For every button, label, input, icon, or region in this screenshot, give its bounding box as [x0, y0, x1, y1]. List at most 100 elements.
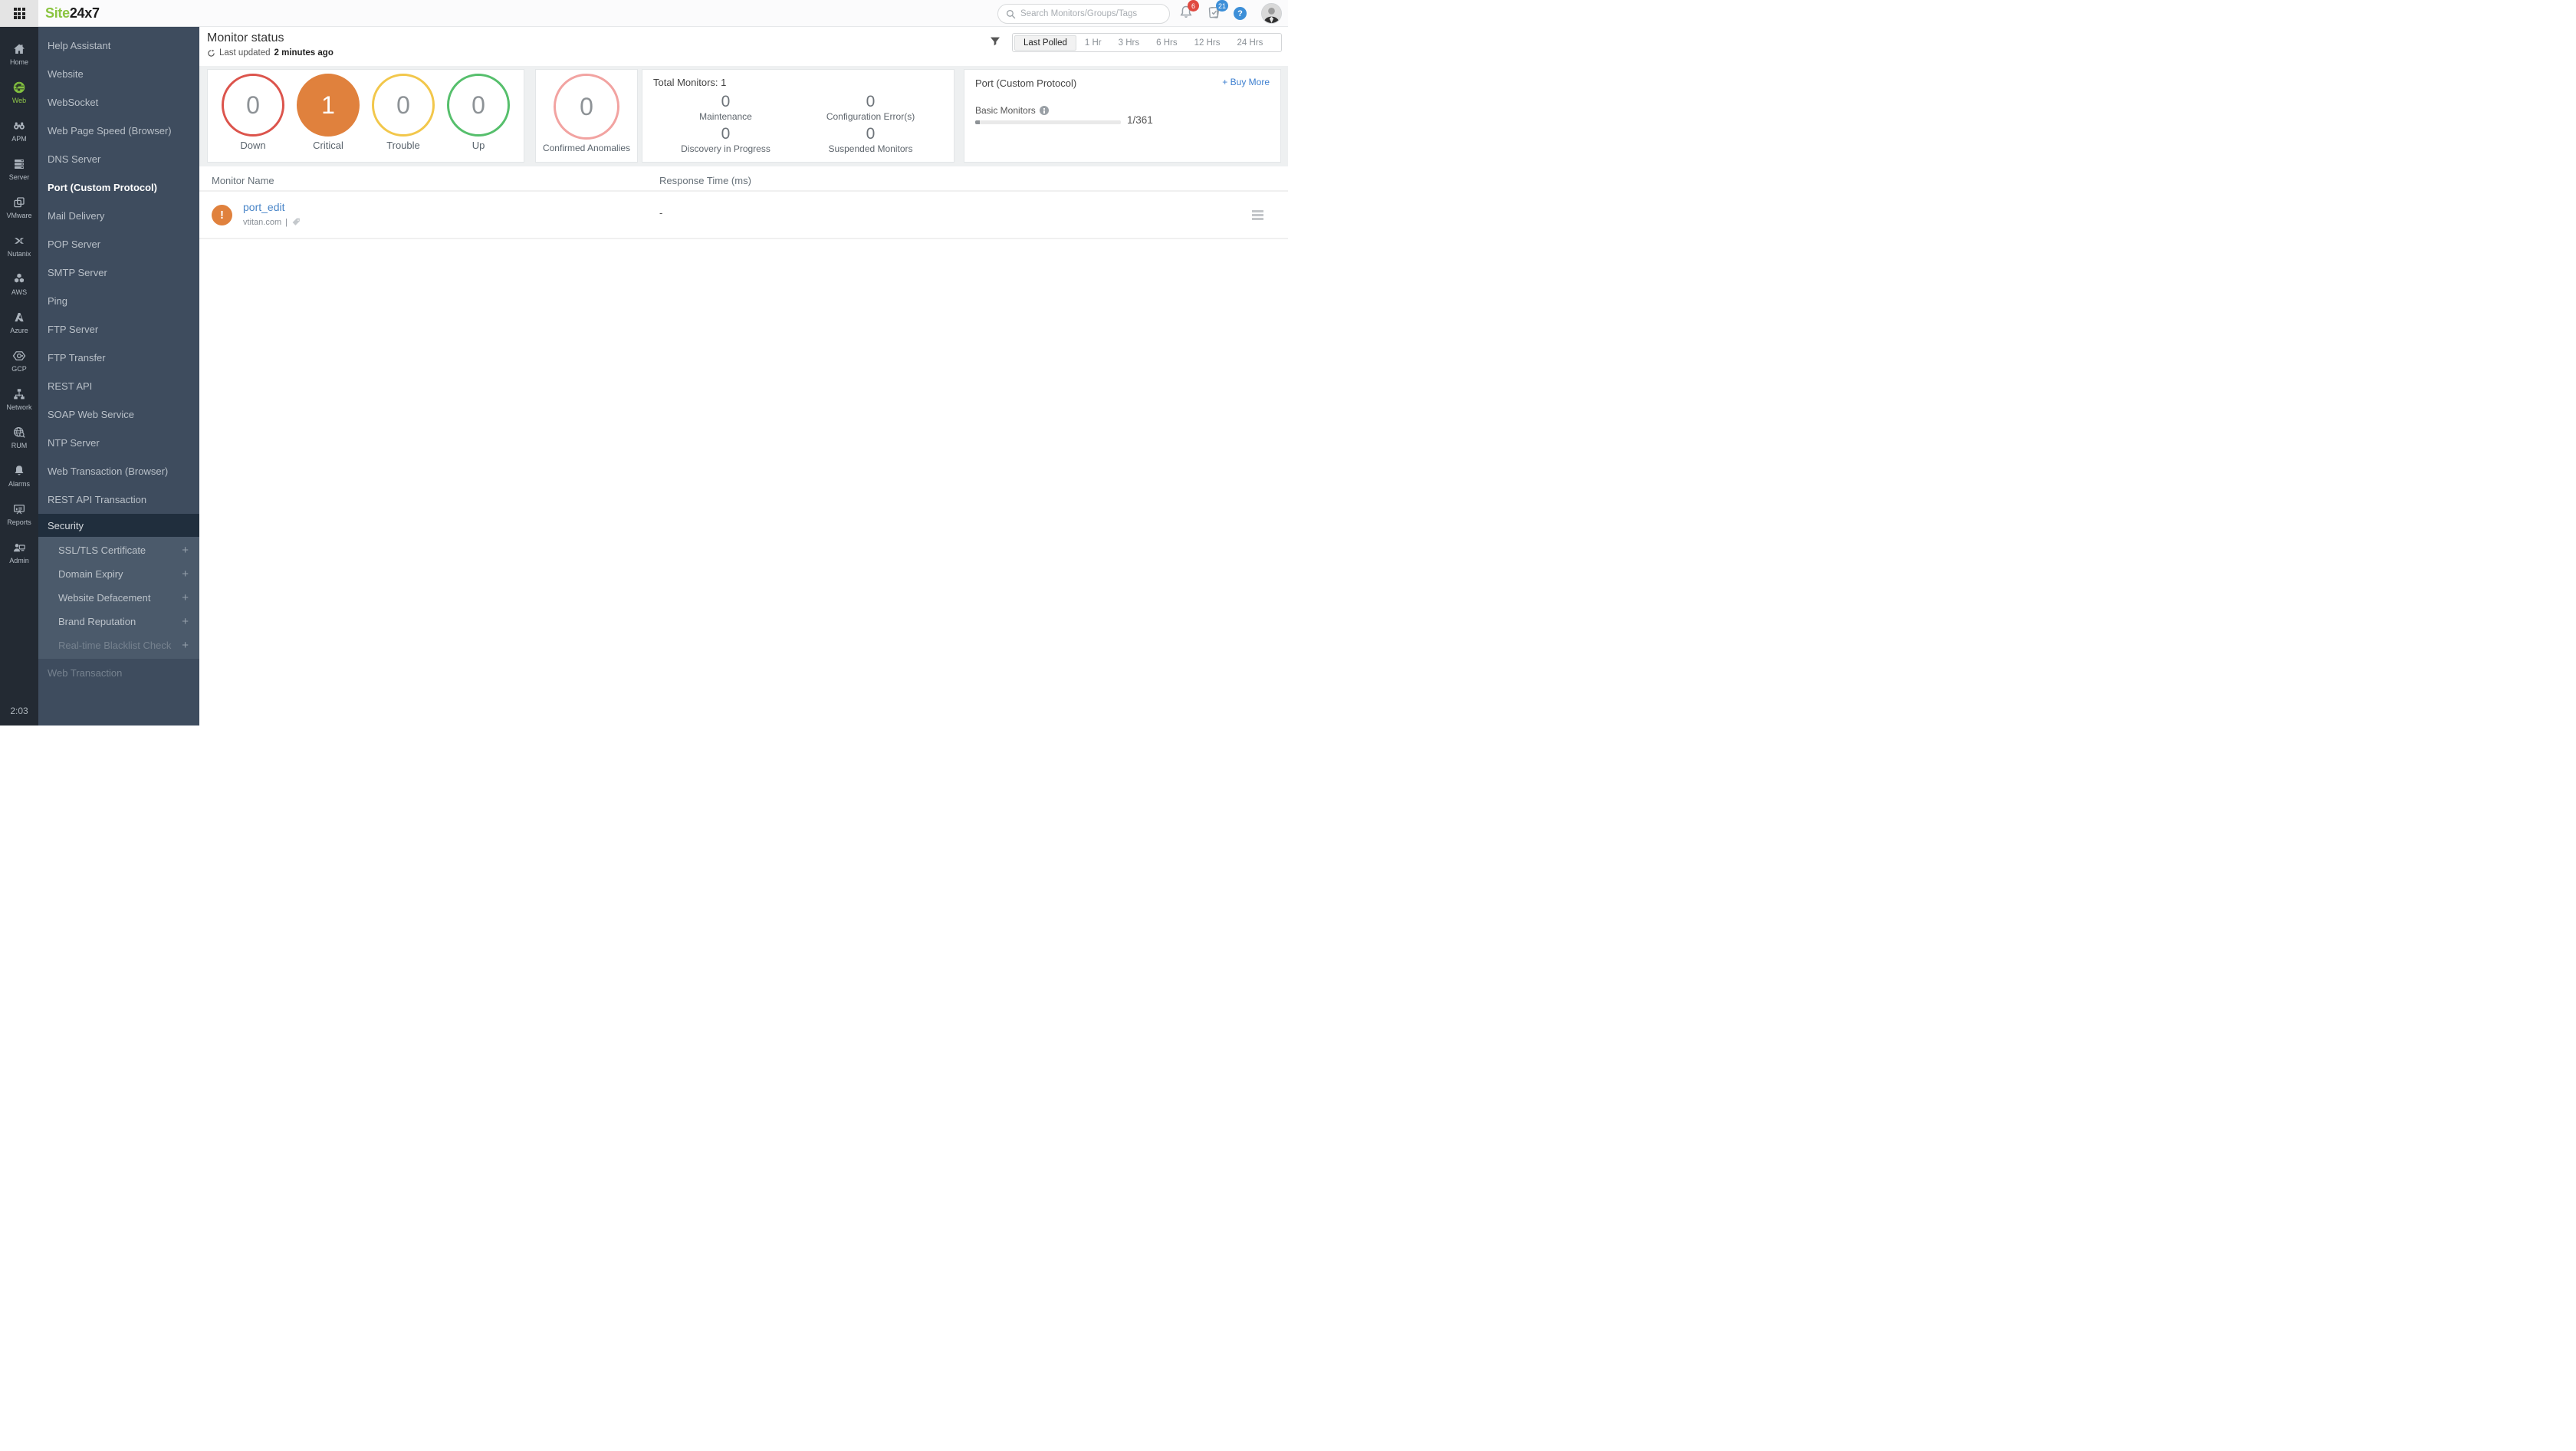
search-input[interactable]	[1020, 9, 1162, 18]
confirmed-anomalies-card[interactable]: 0 Confirmed Anomalies	[535, 69, 638, 163]
rail-item-label: Azure	[10, 326, 28, 334]
time-filter-3hrs[interactable]: 3 Hrs	[1110, 36, 1148, 50]
sidebar-item-pop-server[interactable]: POP Server	[38, 230, 199, 258]
sidebar-item-mail-delivery[interactable]: Mail Delivery	[38, 202, 199, 230]
rail-item-reports[interactable]: Reports	[0, 495, 38, 533]
rail-item-admin[interactable]: Admin	[0, 533, 38, 571]
rail-item-azure[interactable]: Azure	[0, 303, 38, 341]
time-filter-last-polled[interactable]: Last Polled	[1014, 35, 1076, 51]
info-icon[interactable]	[1039, 106, 1049, 115]
table-header: Monitor Name Response Time (ms)	[199, 166, 1288, 192]
page-title: Monitor status	[207, 31, 284, 44]
rail-item-rum[interactable]: RUM	[0, 418, 38, 456]
apps-menu-button[interactable]	[0, 0, 38, 27]
session-clock: 2:03	[10, 706, 28, 716]
sidebar-item-rest-api[interactable]: REST API	[38, 372, 199, 400]
table-row[interactable]: ! port_edit vtitan.com | -	[199, 192, 1288, 239]
site24x7-logo[interactable]: Site24x7	[45, 5, 100, 21]
sidebar-item-help-assistant[interactable]: Help Assistant	[38, 31, 199, 60]
expand-plus-icon[interactable]: +	[182, 544, 189, 557]
sidebar-item-label: Web Transaction	[48, 666, 123, 679]
global-search[interactable]	[997, 4, 1170, 24]
summary-grid: 0 Maintenance 0 Configuration Error(s) 0 Di…	[653, 90, 943, 154]
stat-discovery-in-progress[interactable]: 0 Discovery in Progress	[653, 125, 798, 154]
critical-label: Critical	[313, 140, 343, 151]
sidebar-item-brand-reputation[interactable]: Brand Reputation +	[38, 610, 199, 633]
row-hamburger-menu[interactable]	[1252, 210, 1263, 222]
sidebar-item-website[interactable]: Website	[38, 60, 199, 88]
sidebar-item-ping[interactable]: Ping	[38, 287, 199, 315]
time-filter-24hrs[interactable]: 24 Hrs	[1228, 36, 1271, 50]
sidebar-item-ftp-transfer[interactable]: FTP Transfer	[38, 344, 199, 372]
rail-item-gcp[interactable]: GCP	[0, 341, 38, 380]
rail-item-network[interactable]: Network	[0, 380, 38, 418]
stat-configuration-errors[interactable]: 0 Configuration Error(s)	[798, 93, 943, 122]
sidebar-item-port-custom-protocol[interactable]: Port (Custom Protocol)	[38, 173, 199, 202]
sidebar-item-website-defacement[interactable]: Website Defacement +	[38, 586, 199, 610]
security-section-label: Security	[48, 519, 84, 531]
alerts-bell-button[interactable]: 6	[1178, 0, 1199, 23]
sidebar-item-label: Web Page Speed (Browser)	[48, 125, 172, 137]
monitor-name-link[interactable]: port_edit	[243, 201, 284, 213]
sidebar-item-dns-server[interactable]: DNS Server	[38, 145, 199, 173]
apps-grid-icon	[13, 8, 25, 19]
rail-item-web[interactable]: Web	[0, 73, 38, 111]
status-critical[interactable]: 1 Critical	[297, 74, 360, 162]
rail-item-label: Server	[8, 173, 30, 181]
refresh-icon[interactable]	[207, 49, 215, 58]
expand-plus-icon[interactable]: +	[182, 615, 189, 628]
admin-icon	[13, 543, 25, 551]
sidebar-item-label: FTP Transfer	[48, 352, 106, 364]
sidebar-item-web-transaction[interactable]: Web Transaction	[38, 659, 199, 686]
rail-item-vmware[interactable]: VMware	[0, 188, 38, 226]
rail-item-aws[interactable]: AWS	[0, 265, 38, 303]
main-content: Monitor status Last updated 2 minutes ag…	[199, 27, 1288, 726]
tag-icon[interactable]	[291, 217, 301, 227]
security-subpanel: SSL/TLS Certificate + Domain Expiry + Webs…	[38, 537, 199, 659]
basic-monitors-text: Basic Monitors	[975, 105, 1036, 116]
rail-item-server[interactable]: Server	[0, 150, 38, 188]
globe-web-icon	[13, 81, 25, 93]
content-header: Monitor status Last updated 2 minutes ag…	[199, 27, 1288, 66]
sidebar-item-ssl-tls-certificate[interactable]: SSL/TLS Certificate +	[38, 538, 199, 562]
stat-value: 0	[866, 93, 876, 110]
rail-item-alarms[interactable]: Alarms	[0, 456, 38, 495]
sidebar-subitem-label: SSL/TLS Certificate	[58, 545, 146, 556]
stat-maintenance[interactable]: 0 Maintenance	[653, 93, 798, 122]
sidebar-item-websocket[interactable]: WebSocket	[38, 88, 199, 117]
expand-plus-icon[interactable]: +	[182, 639, 189, 652]
buy-more-link[interactable]: + Buy More	[1222, 77, 1270, 87]
status-up[interactable]: 0 Up	[447, 74, 510, 162]
sidebar-item-realtime-blacklist-check[interactable]: Real-time Blacklist Check +	[38, 633, 199, 657]
sidebar-item-rest-api-transaction[interactable]: REST API Transaction	[38, 485, 199, 514]
trouble-count-circle: 0	[372, 74, 435, 137]
sidebar-item-domain-expiry[interactable]: Domain Expiry +	[38, 562, 199, 586]
rail-item-nutanix[interactable]: Nutanix	[0, 226, 38, 265]
sidebar-item-label: WebSocket	[48, 97, 99, 108]
time-filter-12hrs[interactable]: 12 Hrs	[1186, 36, 1229, 50]
icon-rail: Home Web APM Server VMware Nutanix AWS A…	[0, 27, 38, 726]
status-trouble[interactable]: 0 Trouble	[372, 74, 435, 162]
sidebar-item-web-transaction-browser[interactable]: Web Transaction (Browser)	[38, 457, 199, 485]
time-filter-6hrs[interactable]: 6 Hrs	[1148, 36, 1185, 50]
expand-plus-icon[interactable]: +	[182, 568, 189, 581]
rail-item-apm[interactable]: APM	[0, 111, 38, 150]
logo-part2: 24x7	[69, 5, 100, 21]
tasks-button[interactable]: 21	[1207, 0, 1229, 23]
search-icon	[1006, 9, 1016, 18]
status-down[interactable]: 0 Down	[222, 74, 284, 162]
sidebar-item-ftp-server[interactable]: FTP Server	[38, 315, 199, 344]
rail-item-home[interactable]: Home	[0, 35, 38, 73]
time-filter-1hr[interactable]: 1 Hr	[1076, 36, 1110, 50]
basic-monitors-label: Basic Monitors	[975, 105, 1049, 116]
expand-plus-icon[interactable]: +	[182, 591, 189, 604]
filter-funnel-icon[interactable]	[989, 35, 1001, 48]
user-avatar[interactable]	[1261, 3, 1282, 24]
sidebar-item-soap-web-service[interactable]: SOAP Web Service	[38, 400, 199, 429]
sidebar-item-smtp-server[interactable]: SMTP Server	[38, 258, 199, 287]
sidebar-item-ntp-server[interactable]: NTP Server	[38, 429, 199, 457]
help-button[interactable]: ?	[1234, 7, 1247, 20]
stat-suspended-monitors[interactable]: 0 Suspended Monitors	[798, 125, 943, 154]
sidebar-section-security[interactable]: Security	[38, 514, 199, 537]
sidebar-item-web-page-speed[interactable]: Web Page Speed (Browser)	[38, 117, 199, 145]
